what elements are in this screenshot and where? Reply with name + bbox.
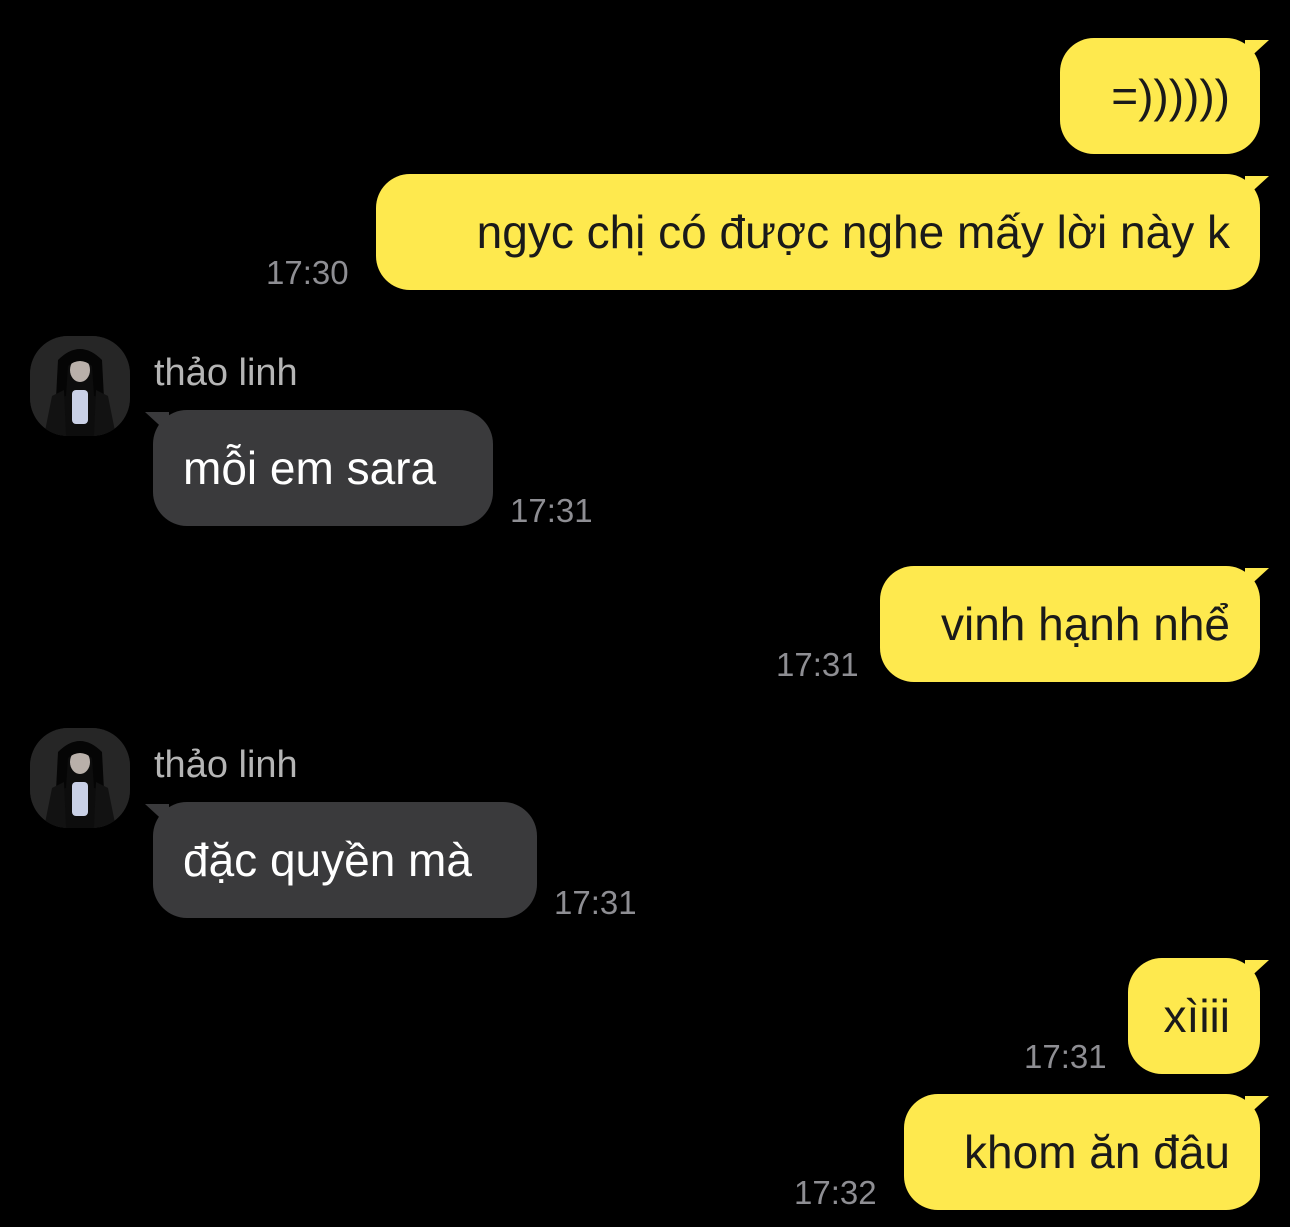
message-timestamp: 17:32	[794, 1174, 877, 1211]
bubble-tail	[1245, 40, 1269, 62]
avatar-photo-icon	[30, 336, 130, 436]
bubble-tail	[145, 804, 169, 826]
message-timestamp: 17:31	[1024, 1038, 1107, 1075]
message-timestamp: 17:31	[776, 646, 859, 683]
sent-message-bubble[interactable]: xìiii	[1128, 958, 1260, 1074]
sender-name: thảo linh	[154, 352, 298, 394]
bubble-tail	[1245, 176, 1269, 198]
sent-message-bubble[interactable]: ngyc chị có được nghe mấy lời này k	[376, 174, 1260, 290]
avatar-photo-icon	[30, 728, 130, 828]
bubble-tail	[1245, 960, 1269, 982]
message-timestamp: 17:31	[510, 492, 593, 529]
message-timestamp: 17:30	[266, 254, 349, 291]
bubble-tail	[1245, 1096, 1269, 1118]
sent-message-bubble[interactable]: =))))))	[1060, 38, 1260, 154]
bubble-tail	[1245, 568, 1269, 590]
received-message-bubble[interactable]: đặc quyền mà	[153, 802, 537, 918]
chat-message-list[interactable]: =)))))) ngyc chị có được nghe mấy lời nà…	[0, 0, 1290, 1227]
contact-avatar[interactable]	[30, 336, 130, 436]
sent-message-bubble[interactable]: khom ăn đâu	[904, 1094, 1260, 1210]
sender-name: thảo linh	[154, 744, 298, 786]
bubble-tail	[145, 412, 169, 434]
message-timestamp: 17:31	[554, 884, 637, 921]
contact-avatar[interactable]	[30, 728, 130, 828]
received-message-bubble[interactable]: mỗi em sara	[153, 410, 493, 526]
sent-message-bubble[interactable]: vinh hạnh nhể	[880, 566, 1260, 682]
